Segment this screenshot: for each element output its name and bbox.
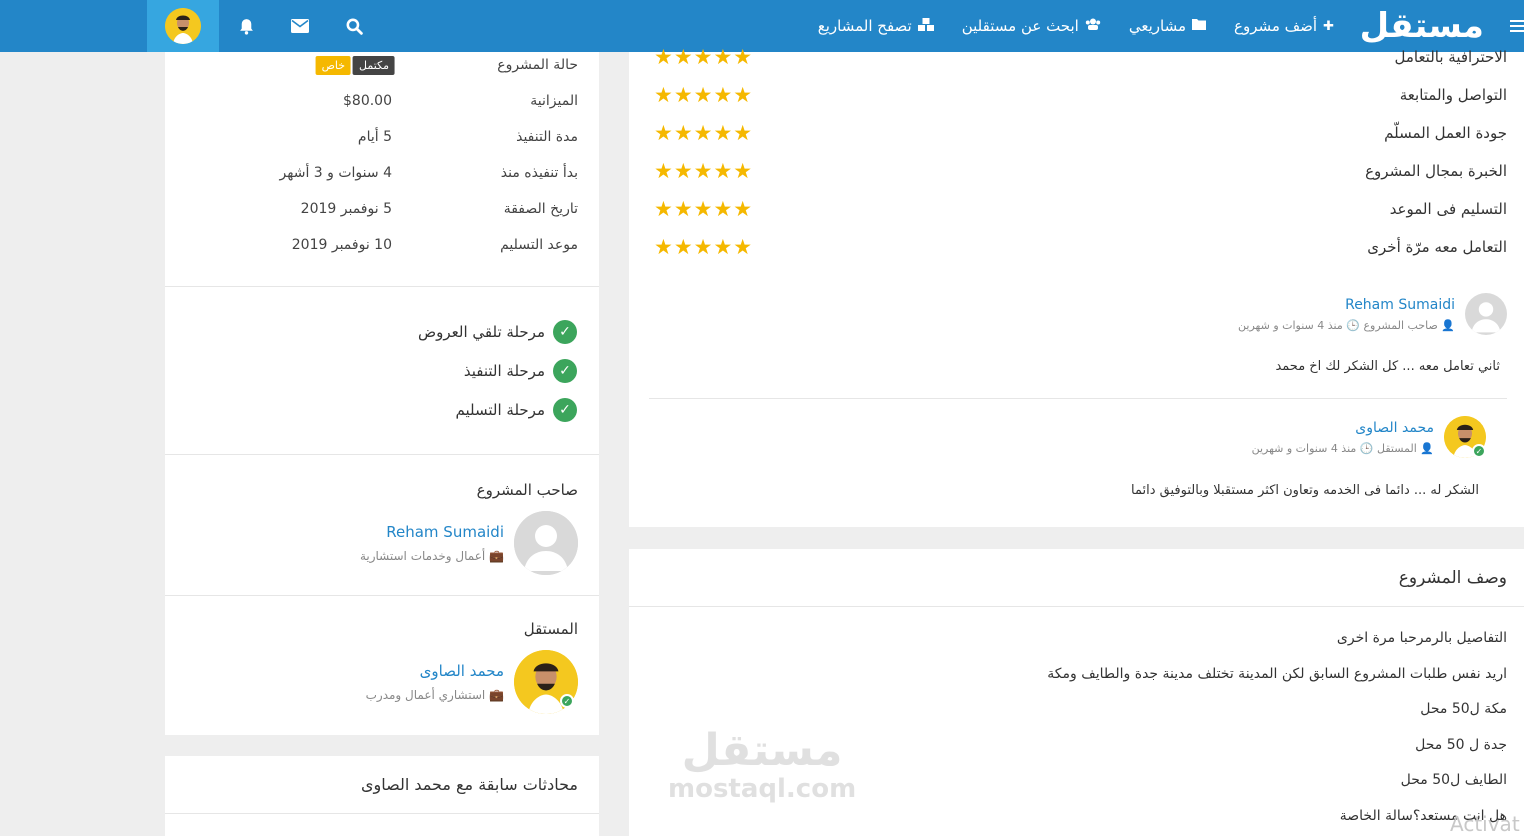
star-rating-icons: ★★★★★ [654,159,754,183]
reviewer-name-link[interactable]: محمد الصاوى [1252,420,1434,436]
messages-button[interactable] [273,0,327,52]
divider [649,398,1507,399]
avatar[interactable]: ✓ [514,650,578,714]
review-header: ✓ محمد الصاوى 👤 المستقل 🕒 منذ 4 سنوات و … [1252,416,1486,458]
divider [629,606,1524,607]
meta-row-delivery-date: موعد التسليم 10 نوفمبر 2019 [291,237,578,253]
status-badge-private: خاص [315,55,352,75]
description-line: جدة ل 50 محل [1415,737,1507,753]
description-line: التفاصيل بالرمرحبا مرة اخرى [1336,630,1507,646]
previous-conversations-card: محادثات سابقة مع محمد الصاوى [165,756,599,836]
rating-row: جودة العمل المسلّم ★★★★★ [654,121,1507,145]
stage-item: ✓ مرحلة التنفيذ [165,351,599,390]
check-circle-icon: ✓ [553,319,577,344]
project-stages-card: ✓ مرحلة تلقي العروض ✓ مرحلة التنفيذ ✓ مر… [165,287,599,454]
review-text: الشكر له ... دائما فى الخدمه وتعاون اكثر… [1131,483,1479,498]
owner-name-link[interactable]: Reham Sumaidi [360,523,504,541]
ratings-card: الاحترافية بالتعامل ★★★★★ التواصل والمتا… [629,45,1524,527]
meta-row-started: بدأ تنفيذه منذ 4 سنوات و 3 أشهر [279,165,578,181]
review-text: ثاني تعامل معه ... كل الشكر لك اخ محمد [1275,359,1500,374]
envelope-icon [291,19,309,33]
search-icon [346,18,363,35]
notifications-button[interactable] [219,0,273,52]
users-icon [1085,18,1101,34]
rating-row: الخبرة بمجال المشروع ★★★★★ [654,159,1507,183]
star-rating-icons: ★★★★★ [654,45,754,69]
nav-browse-projects[interactable]: تصفح المشاريع [818,17,934,35]
meta-row-status: حالة المشروع مكتمل خاص [186,47,578,83]
project-owner-card: صاحب المشروع Reham Sumaidi 💼 أعمال وخدما… [165,455,599,595]
status-badges: مكتمل خاص [315,55,395,75]
owner-subtitle: 💼 أعمال وخدمات استشارية [359,549,504,563]
rating-row: الاحترافية بالتعامل ★★★★★ [654,45,1507,69]
briefcase-icon: 💼 [489,688,504,702]
default-user-icon [1465,293,1507,335]
freelancer-card: المستقل ✓ محمد الصاوى 💼 استشاري أعمال وم… [165,596,599,735]
nav-my-projects[interactable]: مشاريعي [1129,17,1206,35]
clock-icon: 🕒 [1359,441,1374,455]
avatar[interactable] [514,511,578,575]
description-title: وصف المشروع [1398,568,1507,588]
activate-windows-watermark: Activat [1450,812,1520,836]
rating-row: التعامل معه مرّة أخرى ★★★★★ [654,235,1507,259]
previous-conversations-title: محادثات سابقة مع محمد الصاوى [361,775,578,794]
freelancer-subtitle: 💼 استشاري أعمال ومدرب [365,688,504,702]
star-rating-icons: ★★★★★ [654,83,754,107]
check-circle-icon: ✓ [553,358,577,383]
user-menu-avatar[interactable] [147,0,219,52]
freelancer-name-link[interactable]: محمد الصاوى [366,662,504,680]
description-line: مكة ل50 محل [1420,701,1507,717]
status-badge-completed: مكتمل [353,55,395,75]
freelancer-section-title: المستقل [523,620,578,638]
star-rating-icons: ★★★★★ [654,121,754,145]
stage-item: ✓ مرحلة تلقي العروض [165,312,599,351]
rating-row: التسليم فى الموعد ★★★★★ [654,197,1507,221]
project-meta-card: حالة المشروع مكتمل خاص الميزانية $80.00 … [165,52,599,286]
stage-item: ✓ مرحلة التسليم [165,390,599,429]
rating-row: التواصل والمتابعة ★★★★★ [654,83,1507,107]
meta-row-budget: الميزانية $80.00 [343,93,578,109]
cubes-icon [917,17,934,35]
default-user-icon [514,511,578,575]
freelancer-user: ✓ محمد الصاوى 💼 استشاري أعمال ومدرب [165,650,599,714]
nav-add-project[interactable]: ✚ أضف مشروع [1234,17,1334,35]
review-meta: 👤 المستقل 🕒 منذ 4 سنوات و شهرين [1251,441,1434,455]
owner-user: Reham Sumaidi 💼 أعمال وخدمات استشارية [165,511,599,575]
star-rating-icons: ★★★★★ [654,235,754,259]
review-header: Reham Sumaidi 👤 صاحب المشروع 🕒 منذ 4 سنو… [1238,293,1507,335]
mostaql-watermark-logo: مستقل mostaql.com [668,725,857,805]
review-meta: 👤 صاحب المشروع 🕒 منذ 4 سنوات و شهرين [1238,318,1455,332]
meta-row-duration: مدة التنفيذ 5 أيام [357,129,578,145]
avatar[interactable]: ✓ [1444,416,1486,458]
verified-check-icon: ✓ [560,694,574,708]
clock-icon: 🕒 [1346,318,1360,332]
description-line: اريد نفس طلبات المشروع السابق لكن المدين… [1047,666,1507,682]
check-circle-icon: ✓ [553,397,577,422]
user-icon: 👤 [1420,441,1434,455]
nav-find-freelancers[interactable]: ابحث عن مستقلين [962,17,1101,35]
verified-check-icon: ✓ [1472,444,1486,458]
user-icon: 👤 [1441,318,1455,332]
briefcase-icon: 💼 [489,549,504,563]
description-line: الطايف ل50 محل [1400,772,1507,788]
divider [165,813,599,814]
folder-icon [1192,18,1206,34]
reviewer-name-link[interactable]: Reham Sumaidi [1238,297,1455,313]
nav-tools [219,0,381,52]
bell-icon [239,18,253,35]
search-button[interactable] [327,0,381,52]
owner-section-title: صاحب المشروع [476,481,578,499]
avatar-face-icon [165,8,201,44]
meta-row-deal-date: تاريخ الصفقة 5 نوفمبر 2019 [300,201,578,217]
plus-icon: ✚ [1323,18,1334,34]
star-rating-icons: ★★★★★ [654,197,754,221]
avatar[interactable] [1465,293,1507,335]
